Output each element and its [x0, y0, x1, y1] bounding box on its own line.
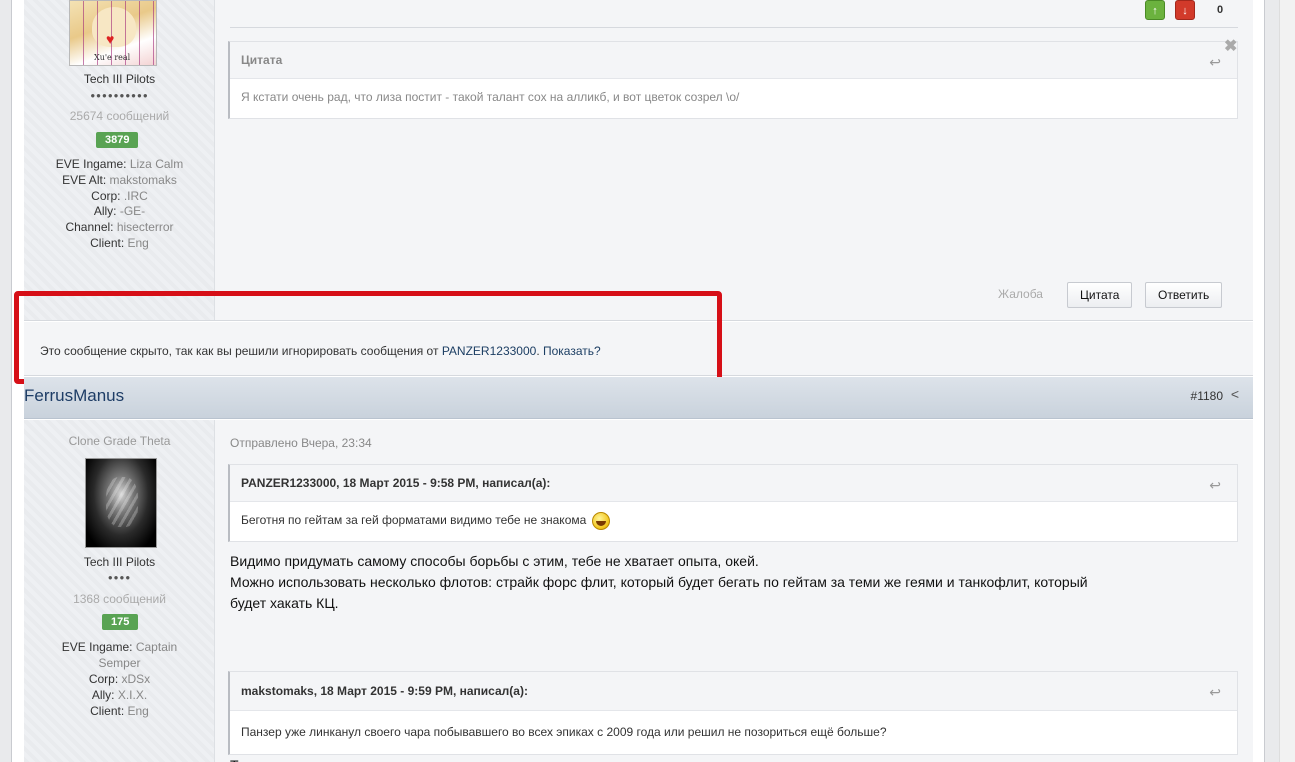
post-count: 25674 сообщений	[69, 109, 170, 123]
divider	[230, 27, 1238, 28]
post-body-line-3: будет хакать КЦ.	[230, 595, 339, 611]
laugh-smiley-icon	[591, 511, 610, 530]
quote-jump-icon[interactable]: ↩	[1209, 477, 1221, 494]
post-count: 1368 сообщений	[73, 592, 166, 606]
arrow-down-icon: ↓	[1182, 5, 1188, 17]
member-group: Tech III Pilots	[83, 555, 156, 569]
hidden-notice-text: Это сообщение скрыто, так как вы решили …	[40, 344, 601, 358]
author-column: Clone Grade Theta Tech III Pilots ●●●● 1…	[24, 420, 215, 762]
quote-title: PANZER1233000, 18 Март 2015 - 9:58 PM, н…	[230, 465, 1237, 502]
window-scrollbar[interactable]	[1279, 0, 1295, 762]
author-column: ♥ Xu'e real Tech III Pilots ●●●●●●●●●● 2…	[24, 0, 215, 320]
quote-block-2: makstomaks, 18 Март 2015 - 9:59 PM, напи…	[228, 671, 1238, 755]
field-ingame: EVE Ingame: Liza Calm	[55, 157, 184, 171]
close-icon[interactable]: ✖	[1224, 36, 1237, 56]
arrow-up-icon: ↑	[1152, 5, 1158, 17]
field-ally: Ally: X.I.X.	[91, 688, 148, 702]
rank-pips: ●●●●●●●●●●	[90, 91, 149, 100]
quote-text: Я кстати очень рад, что лиза постит - та…	[241, 90, 740, 104]
post-body-line-1: Видимо придумать самому способы борьбы с…	[230, 553, 759, 569]
reputation-badge: 175	[102, 614, 139, 630]
quote-title: makstomaks, 18 Март 2015 - 9:59 PM, напи…	[230, 672, 1237, 711]
member-group: Tech III Pilots	[83, 72, 156, 86]
field-ally: Ally: -GE-	[93, 204, 146, 218]
field-client: Client: Eng	[90, 236, 149, 250]
quote-block-1: PANZER1233000, 18 Март 2015 - 9:58 PM, н…	[228, 464, 1238, 542]
post-body-trailing: Т	[230, 756, 1240, 762]
quote-button[interactable]: Цитата	[1067, 282, 1133, 308]
avatar-caption: Xu'e real	[94, 53, 131, 62]
quote-text: Беготня по гейтам за гей форматами видим…	[230, 502, 1237, 539]
field-alt: EVE Alt: makstomaks	[62, 173, 177, 187]
post-body-line-2: Можно использовать несколько флотов: стр…	[230, 574, 1088, 590]
rank-pips: ●●●●	[107, 573, 132, 582]
field-ingame-cont: Semper	[98, 656, 141, 670]
hidden-post-notice: Это сообщение скрыто, так как вы решили …	[24, 322, 1253, 376]
post-1: ♥ Xu'e real Tech III Pilots ●●●●●●●●●● 2…	[24, 0, 1253, 321]
field-channel: Channel: hisecterror	[65, 220, 174, 234]
quote-text: Панзер уже линканул своего чара побывавш…	[241, 725, 887, 739]
report-link[interactable]: Жалоба	[998, 287, 1043, 301]
quote-jump-icon[interactable]: ↩	[1209, 684, 1221, 701]
field-corp: Corp: xDSx	[88, 672, 151, 686]
vote-up-button[interactable]: ↑	[1145, 0, 1165, 20]
post-2-header: FerrusManus #1180 <	[24, 377, 1253, 419]
member-rank: Clone Grade Theta	[68, 434, 171, 448]
vote-down-button[interactable]: ↓	[1175, 0, 1195, 20]
posted-date: Отправлено Вчера, 23:34	[230, 436, 372, 450]
field-ingame: EVE Ingame: Captain	[61, 640, 178, 654]
post-number-link[interactable]: #1180	[1191, 389, 1223, 403]
field-corp: Corp: .IRC	[91, 189, 148, 203]
field-client: Client: Eng	[90, 704, 149, 718]
reputation-badge: 3879	[96, 132, 139, 148]
post-2: Clone Grade Theta Tech III Pilots ●●●● 1…	[24, 420, 1253, 762]
quote-title: Цитата	[230, 42, 1237, 79]
avatar-detail	[106, 477, 138, 527]
quote-block: Цитата Я кстати очень рад, что лиза пост…	[228, 41, 1238, 119]
author-avatar[interactable]	[85, 458, 157, 548]
show-post-link[interactable]: Показать?	[543, 344, 601, 358]
author-name-link[interactable]: FerrusManus	[24, 386, 124, 406]
vote-count: 0	[1217, 4, 1224, 16]
author-avatar[interactable]: ♥ Xu'e real	[69, 0, 157, 66]
heart-icon: ♥	[106, 31, 115, 47]
reply-button[interactable]: Ответить	[1145, 282, 1223, 308]
share-icon[interactable]: <	[1231, 386, 1239, 402]
ignored-user-link[interactable]: PANZER1233000	[442, 344, 537, 358]
quote-jump-icon[interactable]: ↩	[1209, 54, 1221, 71]
